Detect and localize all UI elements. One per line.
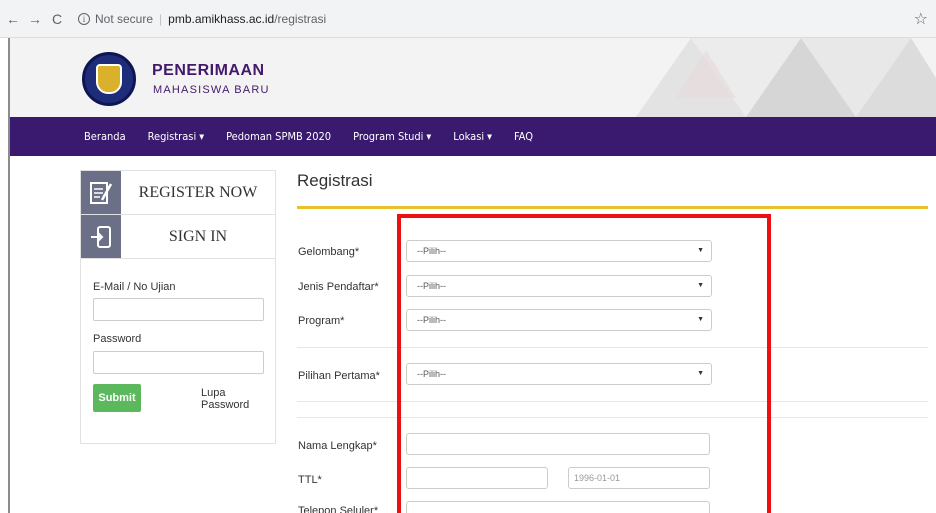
sign-in-label: SIGN IN [168, 227, 228, 245]
ttl-label: TTL* [298, 474, 322, 486]
select-value: --Pilih-- [417, 281, 446, 291]
nav-item-pedoman[interactable]: Pedoman SPMB 2020 [226, 130, 331, 143]
info-icon[interactable]: i [78, 13, 90, 25]
register-form-icon [81, 171, 121, 214]
telepon-input[interactable] [406, 501, 710, 513]
sign-in-tab[interactable]: SIGN IN [81, 215, 275, 259]
password-input[interactable] [93, 351, 264, 374]
caret-down-icon: ▼ [487, 133, 492, 141]
nav-item-label: Beranda [84, 130, 126, 143]
submit-button[interactable]: Submit [93, 384, 141, 412]
nav-item-label: Registrasi [147, 130, 197, 143]
reload-icon[interactable]: C [48, 10, 66, 28]
title-divider [297, 206, 928, 209]
section-divider [297, 417, 928, 418]
forward-icon[interactable]: → [26, 10, 44, 28]
back-icon[interactable]: ← [4, 10, 22, 28]
jenis-pendaftar-label: Jenis Pendaftar* [298, 281, 379, 293]
password-label: Password [93, 333, 142, 345]
caret-down-icon: ▼ [199, 133, 205, 141]
nav-item-faq[interactable]: FAQ [514, 130, 533, 143]
address-bar[interactable]: i Not secure | pmb.amikhass.ac.id/regist… [78, 8, 858, 30]
birthplace-input[interactable] [406, 467, 548, 489]
chevron-down-icon: ▼ [697, 282, 704, 289]
brand-title[interactable]: PENERIMAAN [152, 62, 265, 80]
page-title: Registrasi [297, 171, 373, 190]
program-select[interactable]: --Pilih-- ▼ [406, 309, 712, 331]
university-logo[interactable] [82, 52, 136, 106]
caret-down-icon: ▼ [426, 133, 432, 141]
sign-in-icon [81, 215, 121, 258]
nav-item-label: Program Studi [353, 130, 424, 143]
main-nav: Beranda Registrasi ▼ Pedoman SPMB 2020 Pr… [8, 117, 936, 156]
chevron-down-icon: ▼ [697, 316, 704, 323]
email-label: E-Mail / No Ujian [93, 281, 176, 293]
nav-item-program-studi[interactable]: Program Studi ▼ [353, 130, 431, 143]
nav-item-label: Lokasi [453, 130, 485, 143]
login-sidebar: REGISTER NOW SIGN IN E-Mail / No Ujian P… [80, 170, 276, 444]
nama-lengkap-input[interactable] [406, 433, 710, 455]
pilihan-pertama-label: Pilihan Pertama* [298, 370, 380, 382]
nama-lengkap-label: Nama Lengkap* [298, 440, 377, 452]
jenis-pendaftar-select[interactable]: --Pilih-- ▼ [406, 275, 712, 297]
program-label: Program* [298, 315, 345, 327]
gelombang-select[interactable]: --Pilih-- ▼ [406, 240, 712, 262]
birthdate-input[interactable]: 1996-01-01 [568, 467, 710, 489]
security-status: Not secure [95, 12, 154, 26]
nav-item-lokasi[interactable]: Lokasi ▼ [453, 130, 492, 143]
register-now-label: REGISTER NOW [138, 183, 258, 201]
nav-item-label: Pedoman SPMB 2020 [226, 130, 332, 143]
site-header: PENERIMAAN MAHASISWA BARU [8, 38, 936, 117]
browser-toolbar: ← → C i Not secure | pmb.amikhass.ac.id /… [0, 0, 936, 38]
brand-subtitle: MAHASISWA BARU [153, 84, 270, 96]
section-divider [297, 401, 928, 402]
url-host: pmb.amikhass.ac.id [168, 12, 275, 26]
nav-item-label: FAQ [514, 130, 534, 143]
chevron-down-icon: ▼ [697, 370, 704, 377]
select-value: --Pilih-- [417, 369, 446, 379]
address-separator: | [159, 12, 163, 26]
pilihan-pertama-select[interactable]: --Pilih-- ▼ [406, 363, 712, 385]
logo-shield-icon [96, 64, 122, 94]
bookmark-star-icon[interactable]: ☆ [914, 9, 928, 29]
header-decoration [636, 38, 936, 117]
email-input[interactable] [93, 298, 264, 321]
nav-item-registrasi[interactable]: Registrasi ▼ [148, 130, 204, 143]
forgot-password-link[interactable]: Lupa Password [201, 387, 275, 411]
register-now-tab[interactable]: REGISTER NOW [81, 171, 275, 215]
select-value: --Pilih-- [417, 315, 446, 325]
chevron-down-icon: ▼ [697, 247, 704, 254]
url-path: /registrasi [274, 12, 327, 26]
select-value: --Pilih-- [417, 246, 446, 256]
telepon-label: Telepon Seluler* [298, 505, 379, 513]
nav-item-beranda[interactable]: Beranda [84, 130, 126, 143]
gelombang-label: Gelombang* [298, 246, 360, 258]
section-divider [297, 347, 928, 348]
page-left-border [8, 156, 10, 513]
